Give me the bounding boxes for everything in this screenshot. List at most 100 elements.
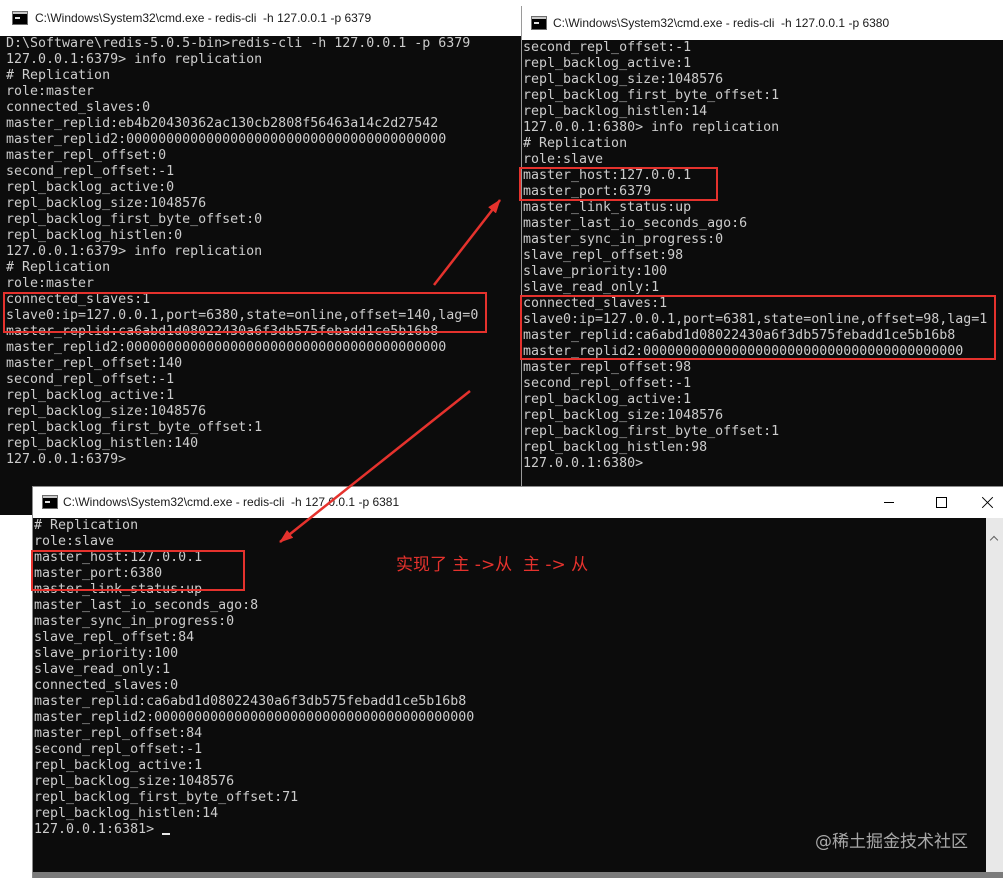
- console-line-text: master_replid:ca6abd1d08022430a6f3db575f…: [34, 694, 467, 709]
- console-line: master_repl_offset:140: [6, 356, 530, 372]
- console-line: repl_backlog_histlen:14: [523, 104, 1003, 120]
- console-line-text: repl_backlog_active:0: [6, 180, 175, 195]
- console-line: repl_backlog_first_byte_offset:1: [523, 424, 1003, 440]
- console-line-text: repl_backlog_first_byte_offset:1: [6, 420, 263, 435]
- console-line: repl_backlog_size:1048576: [34, 774, 1003, 790]
- console-line-text: master_repl_offset:98: [523, 360, 692, 375]
- console-line-text: role:master: [6, 276, 95, 291]
- console-line: repl_backlog_size:1048576: [6, 196, 530, 212]
- console-line: master_last_io_seconds_ago:6: [523, 216, 1003, 232]
- console-line: repl_backlog_active:1: [6, 388, 530, 404]
- console-line-text: repl_backlog_size:1048576: [6, 196, 207, 211]
- console-line-text: master_repl_offset:140: [6, 356, 183, 371]
- console-line: master_link_status:up: [523, 200, 1003, 216]
- console-line: slave_priority:100: [523, 264, 1003, 280]
- console-line: repl_backlog_size:1048576: [523, 72, 1003, 88]
- console-line-text: repl_backlog_active:1: [6, 388, 175, 403]
- console-line-text: role:master: [6, 84, 95, 99]
- console-line-text: # Replication: [34, 518, 139, 533]
- console-line: master_replid:eb4b20430362ac130cb2808f56…: [6, 116, 530, 132]
- console-line: master_replid2:0000000000000000000000000…: [6, 132, 530, 148]
- title-bar[interactable]: C:\Windows\System32\cmd.exe - redis-cli …: [33, 487, 1003, 518]
- console-line: second_repl_offset:-1: [6, 164, 530, 180]
- console-line: master_repl_offset:0: [6, 148, 530, 164]
- vertical-scrollbar[interactable]: [986, 518, 1003, 872]
- minimize-button[interactable]: [869, 487, 909, 518]
- console-line-text: D:\Software\redis-5.0.5-bin>redis-cli -h…: [6, 36, 471, 51]
- title-bar[interactable]: C:\Windows\System32\cmd.exe - redis-cli …: [0, 0, 530, 36]
- console-line: 127.0.0.1:6380>: [523, 456, 1003, 472]
- console-line: master_sync_in_progress:0: [523, 232, 1003, 248]
- console-line-text: slave_repl_offset:98: [523, 248, 684, 263]
- console-line: master_last_io_seconds_ago:8: [34, 598, 1003, 614]
- console-line: slave_read_only:1: [523, 280, 1003, 296]
- cmd-icon: [42, 495, 58, 509]
- window-title: C:\Windows\System32\cmd.exe - redis-cli …: [553, 16, 890, 30]
- console-line-text: role:slave: [34, 534, 115, 549]
- console-line: repl_backlog_histlen:14: [34, 806, 1003, 822]
- maximize-button[interactable]: [921, 487, 961, 518]
- console-line: repl_backlog_first_byte_offset:1: [523, 88, 1003, 104]
- console-line-text: repl_backlog_size:1048576: [523, 408, 724, 423]
- console-line-text: slave_read_only:1: [523, 280, 660, 295]
- console-line: # Replication: [523, 136, 1003, 152]
- console-line-text: second_repl_offset:-1: [6, 164, 175, 179]
- scroll-up-icon[interactable]: [989, 535, 999, 545]
- console-line: master_replid2:0000000000000000000000000…: [6, 340, 530, 356]
- terminal-window-6379[interactable]: C:\Windows\System32\cmd.exe - redis-cli …: [0, 0, 530, 515]
- console-line-text: slave_priority:100: [34, 646, 179, 661]
- console-line-text: # Replication: [6, 260, 111, 275]
- console-line: slave_repl_offset:98: [523, 248, 1003, 264]
- terminal-window-6380[interactable]: C:\Windows\System32\cmd.exe - redis-cli …: [522, 6, 1003, 487]
- console-line-text: second_repl_offset:-1: [523, 376, 692, 391]
- console-line: repl_backlog_active:0: [6, 180, 530, 196]
- terminal-window-6381[interactable]: C:\Windows\System32\cmd.exe - redis-cli …: [33, 487, 1003, 878]
- console-line: repl_backlog_histlen:98: [523, 440, 1003, 456]
- console-line: # Replication: [34, 518, 1003, 534]
- console-line: repl_backlog_first_byte_offset:1: [6, 420, 530, 436]
- console-line: repl_backlog_active:1: [523, 392, 1003, 408]
- console-line-text: master_sync_in_progress:0: [523, 232, 724, 247]
- console-line-text: repl_backlog_histlen:140: [6, 436, 199, 451]
- text-cursor: [162, 833, 171, 835]
- console-line-text: second_repl_offset:-1: [523, 40, 692, 55]
- highlight-box-6380-slave: [520, 295, 996, 360]
- console-line-text: 127.0.0.1:6379> info replication: [6, 52, 263, 67]
- highlight-box-6380-master: [519, 167, 718, 201]
- console-line-text: 127.0.0.1:6380>: [523, 456, 644, 471]
- console-line: 127.0.0.1:6380> info replication: [523, 120, 1003, 136]
- console-line-text: repl_backlog_size:1048576: [6, 404, 207, 419]
- console-line: repl_backlog_histlen:140: [6, 436, 530, 452]
- console-output[interactable]: second_repl_offset:-1 repl_backlog_active…: [522, 40, 1003, 487]
- console-line-text: master_repl_offset:0: [6, 148, 167, 163]
- window-title: C:\Windows\System32\cmd.exe - redis-cli …: [63, 495, 400, 509]
- console-line: slave_priority:100: [34, 646, 1003, 662]
- highlight-box-6381-master: [31, 550, 245, 591]
- console-line: master_replid:ca6abd1d08022430a6f3db575f…: [34, 694, 1003, 710]
- close-button[interactable]: [968, 487, 1003, 518]
- console-line-text: repl_backlog_active:1: [523, 392, 692, 407]
- console-line-text: repl_backlog_first_byte_offset:1: [523, 424, 780, 439]
- console-line-text: # Replication: [6, 68, 111, 83]
- title-bar[interactable]: C:\Windows\System32\cmd.exe - redis-cli …: [522, 6, 1003, 40]
- console-line: master_repl_offset:98: [523, 360, 1003, 376]
- console-line-text: connected_slaves:0: [34, 678, 179, 693]
- console-line: connected_slaves:0: [34, 678, 1003, 694]
- console-output[interactable]: D:\Software\redis-5.0.5-bin>redis-cli -h…: [0, 36, 530, 515]
- console-line-text: repl_backlog_size:1048576: [523, 72, 724, 87]
- console-line-text: master_repl_offset:84: [34, 726, 203, 741]
- console-line: second_repl_offset:-1: [523, 376, 1003, 392]
- console-line: D:\Software\redis-5.0.5-bin>redis-cli -h…: [6, 36, 530, 52]
- console-line: role:master: [6, 84, 530, 100]
- cmd-icon: [531, 16, 547, 30]
- console-line: second_repl_offset:-1: [6, 372, 530, 388]
- console-line: repl_backlog_active:1: [34, 758, 1003, 774]
- console-line: repl_backlog_first_byte_offset:71: [34, 790, 1003, 806]
- console-line-text: repl_backlog_first_byte_offset:1: [523, 88, 780, 103]
- console-line: master_repl_offset:84: [34, 726, 1003, 742]
- minimize-icon: [884, 502, 894, 503]
- console-line-text: master_link_status:up: [523, 200, 692, 215]
- console-line-text: second_repl_offset:-1: [34, 742, 203, 757]
- cmd-icon: [12, 11, 28, 25]
- console-line-text: master_last_io_seconds_ago:8: [34, 598, 259, 613]
